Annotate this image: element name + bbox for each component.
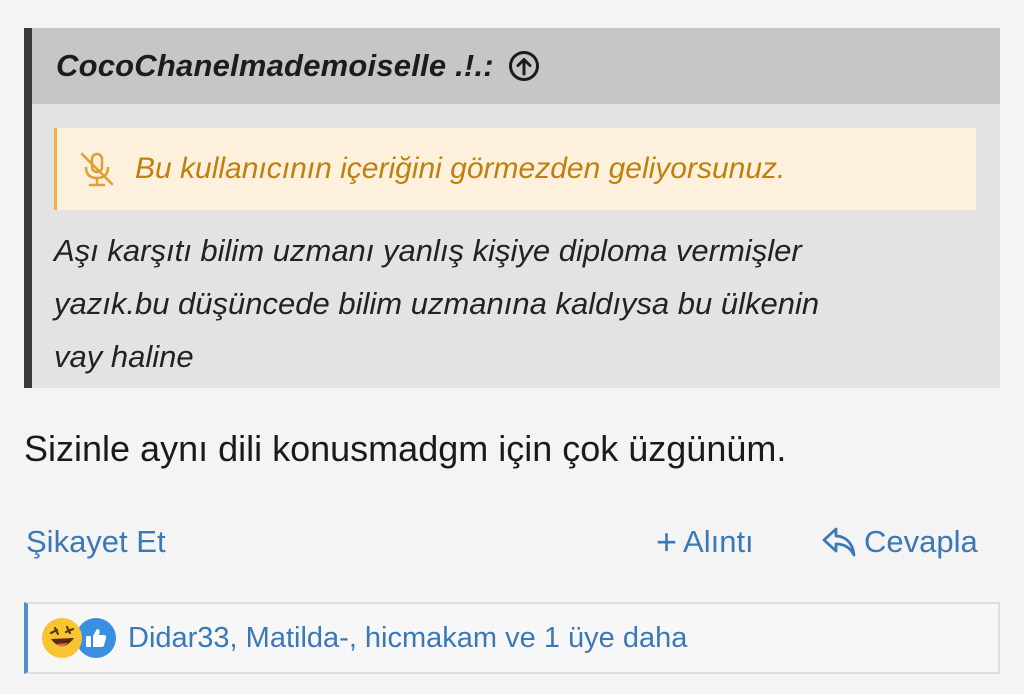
quote-line: Aşı karşıtı bilim uzmanı yanlış kişiye d… xyxy=(54,233,802,268)
reply-button-label: Cevapla xyxy=(864,524,978,559)
ignored-notice-text: Bu kullanıcının içeriğini görmezden geli… xyxy=(135,152,786,185)
report-link[interactable]: Şikayet Et xyxy=(26,524,166,560)
post-container: CocoChanelmademoiselle .!.: Bu kullanıcı… xyxy=(0,0,1024,694)
muted-microphone-icon xyxy=(77,149,117,189)
like-reaction-icon xyxy=(76,618,116,658)
quote-author[interactable]: CocoChanelmademoiselle .!.: xyxy=(56,48,494,84)
plus-icon: + xyxy=(656,521,678,562)
post-body-text: Sizinle aynı dili konusmadgm için çok üz… xyxy=(24,428,787,469)
quote-button[interactable]: + Alıntı xyxy=(656,524,754,560)
ignored-content-notice: Bu kullanıcının içeriğini görmezden geli… xyxy=(54,128,976,210)
quote-button-label: Alıntı xyxy=(683,524,754,559)
reaction-users-link[interactable]: Didar33, Matilda-, hicmakam ve 1 üye dah… xyxy=(128,622,687,655)
arrow-up-circle-icon[interactable] xyxy=(508,50,540,82)
reaction-icons xyxy=(42,618,116,658)
quote-line: yazık.bu düşüncede bilim uzmanına kaldıy… xyxy=(54,286,820,321)
reply-button[interactable]: Cevapla xyxy=(820,524,978,560)
haha-reaction-icon xyxy=(42,618,82,658)
reply-arrow-icon xyxy=(822,527,856,557)
post-actions-bar: Şikayet Et + Alıntı Cevapla xyxy=(24,520,1000,568)
quote-block: CocoChanelmademoiselle .!.: Bu kullanıcı… xyxy=(24,28,1000,388)
quote-header: CocoChanelmademoiselle .!.: xyxy=(32,28,1000,104)
quote-body: Aşı karşıtı bilim uzmanı yanlış kişiye d… xyxy=(54,224,974,383)
reactions-bar[interactable]: Didar33, Matilda-, hicmakam ve 1 üye dah… xyxy=(24,602,1000,674)
quote-line: vay haline xyxy=(54,339,194,374)
